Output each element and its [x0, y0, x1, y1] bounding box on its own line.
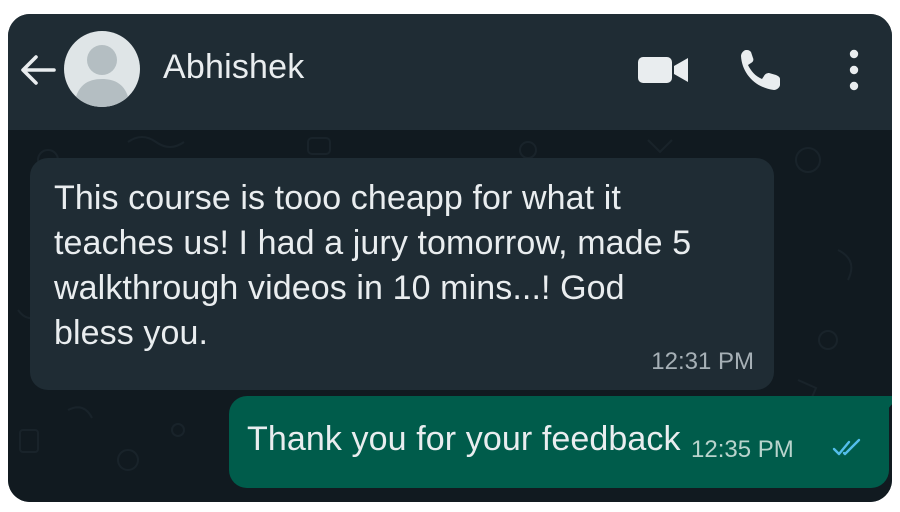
outgoing-message-text: Thank you for your feedback — [247, 420, 681, 458]
video-call-icon — [638, 57, 688, 83]
avatar[interactable] — [64, 31, 140, 107]
incoming-message-text: This course is tooo cheapp for what it t… — [54, 176, 748, 356]
back-button[interactable] — [16, 48, 60, 92]
more-vert-icon — [849, 49, 859, 91]
chat-header: Abhishek — [8, 14, 892, 130]
more-options-button[interactable] — [840, 44, 868, 100]
contact-name[interactable]: Abhishek — [163, 48, 304, 87]
message-line: walkthrough videos in 10 mins...! God — [54, 269, 625, 307]
bubble-tail — [887, 396, 892, 410]
message-line: bless you. — [54, 314, 209, 352]
back-arrow-icon — [21, 55, 56, 85]
avatar-placeholder-icon — [74, 45, 130, 107]
read-ticks-icon — [832, 438, 861, 456]
chat-area[interactable]: This course is tooo cheapp for what it t… — [8, 130, 892, 502]
message-line: This course is tooo cheapp for what it — [54, 179, 621, 217]
incoming-message-bubble[interactable]: This course is tooo cheapp for what it t… — [30, 158, 774, 390]
outgoing-message-time: 12:35 PM — [691, 436, 794, 463]
outgoing-message-bubble[interactable]: Thank you for your feedback 12:35 PM — [229, 396, 892, 488]
phone-icon — [741, 50, 780, 90]
voice-call-button[interactable] — [736, 44, 784, 96]
message-line: teaches us! I had a jury tomorrow, made … — [54, 224, 692, 262]
incoming-message-time: 12:31 PM — [651, 348, 754, 375]
video-call-button[interactable] — [636, 52, 692, 88]
chat-window: Abhishek This course is tooo cheapp for … — [8, 14, 892, 502]
